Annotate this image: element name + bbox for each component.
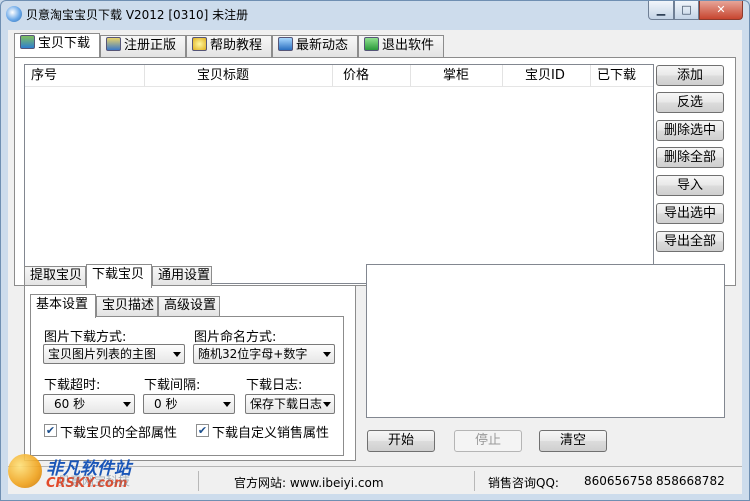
stop-button[interactable]: 停止: [454, 430, 522, 452]
watermark-logo-icon: [8, 454, 42, 488]
timeout-label: 下载超时:: [44, 378, 101, 393]
invert-selection-button[interactable]: 反选: [656, 92, 724, 113]
download-icon: [20, 35, 35, 49]
column-header-index[interactable]: 序号: [25, 65, 145, 87]
tab-register[interactable]: 注册正版: [100, 35, 186, 57]
column-header-price[interactable]: 价格: [333, 65, 411, 87]
news-icon: [278, 37, 293, 51]
chevron-down-icon: [123, 402, 131, 407]
delete-all-button[interactable]: 删除全部: [656, 147, 724, 168]
chevron-down-icon: [173, 352, 181, 357]
log-select[interactable]: 保存下载日志: [245, 394, 335, 414]
status-separator: [474, 471, 475, 491]
tab-advanced-settings[interactable]: 高级设置: [158, 296, 220, 316]
client-area: 宝贝下载 注册正版 帮助教程 最新动态 退出软件 序号 宝贝标题 价格 掌柜 宝…: [8, 30, 742, 494]
column-header-item-id[interactable]: 宝贝ID: [503, 65, 591, 87]
start-button[interactable]: 开始: [367, 430, 435, 452]
export-selected-button[interactable]: 导出选中: [656, 203, 724, 224]
tab-news[interactable]: 最新动态: [272, 35, 358, 57]
register-icon: [106, 37, 121, 51]
watermark-overlay-text: 贝意网宝科技: [58, 474, 131, 488]
chevron-down-icon: [223, 402, 231, 407]
tab-extract-items[interactable]: 提取宝贝: [24, 266, 86, 286]
tab-item-description[interactable]: 宝贝描述: [96, 296, 158, 316]
import-button[interactable]: 导入: [656, 175, 724, 196]
pic-download-label: 图片下载方式:: [44, 330, 127, 345]
all-props-label: 下载宝贝的全部属性: [60, 426, 178, 441]
watermark: 非凡软件站 CRSKY.com 贝意网宝科技: [6, 448, 156, 498]
export-all-button[interactable]: 导出全部: [656, 231, 724, 252]
tab-basic-settings[interactable]: 基本设置: [30, 294, 96, 318]
log-label: 下载日志:: [246, 378, 303, 393]
tab-download-items[interactable]: 下载宝贝: [86, 264, 152, 288]
close-button[interactable]: ✕: [699, 1, 743, 20]
chevron-down-icon: [323, 352, 331, 357]
pic-naming-select[interactable]: 随机32位字母+数字: [193, 344, 335, 364]
qq-label: 销售咨询QQ:: [488, 476, 559, 490]
app-logo-icon: [6, 6, 22, 22]
exit-icon: [364, 37, 379, 51]
maximize-button[interactable]: □: [674, 1, 699, 20]
pic-naming-label: 图片命名方式:: [194, 330, 277, 345]
column-header-seller[interactable]: 掌柜: [411, 65, 503, 87]
column-header-downloaded[interactable]: 已下载: [591, 65, 653, 87]
interval-label: 下载间隔:: [144, 378, 201, 393]
custom-sales-label: 下载自定义销售属性: [212, 426, 330, 441]
tab-download[interactable]: 宝贝下载: [14, 33, 100, 57]
minimize-button[interactable]: ▁: [648, 1, 674, 20]
tab-general-settings[interactable]: 通用设置: [152, 266, 212, 286]
official-site-text: 官方网站: www.ibeiyi.com: [234, 476, 384, 490]
tab-exit[interactable]: 退出软件: [358, 35, 444, 57]
timeout-select[interactable]: 60 秒: [43, 394, 135, 414]
interval-select[interactable]: 0 秒: [143, 394, 235, 414]
column-header-title[interactable]: 宝贝标题: [145, 65, 333, 87]
delete-selected-button[interactable]: 删除选中: [656, 120, 724, 141]
add-button[interactable]: 添加: [656, 65, 724, 86]
item-table[interactable]: 序号 宝贝标题 价格 掌柜 宝贝ID 已下载: [24, 64, 654, 284]
all-props-checkbox[interactable]: ✔: [44, 424, 57, 437]
custom-sales-checkbox[interactable]: ✔: [196, 424, 209, 437]
tab-help[interactable]: 帮助教程: [186, 35, 272, 57]
status-separator: [198, 471, 199, 491]
qq-number-1: 860656758: [584, 474, 653, 488]
pic-download-select[interactable]: 宝贝图片列表的主图: [43, 344, 185, 364]
main-tab-strip: 宝贝下载 注册正版 帮助教程 最新动态 退出软件: [14, 33, 734, 59]
title-bar[interactable]: 贝意淘宝宝贝下载 V2012 [0310] 未注册 ▁ □ ✕: [0, 0, 750, 30]
qq-number-2: 858668782: [656, 474, 725, 488]
window-title: 贝意淘宝宝贝下载 V2012 [0310] 未注册: [26, 8, 249, 22]
log-output[interactable]: [366, 264, 725, 418]
chevron-down-icon: [323, 402, 331, 407]
help-icon: [192, 37, 207, 51]
clear-button[interactable]: 清空: [539, 430, 607, 452]
